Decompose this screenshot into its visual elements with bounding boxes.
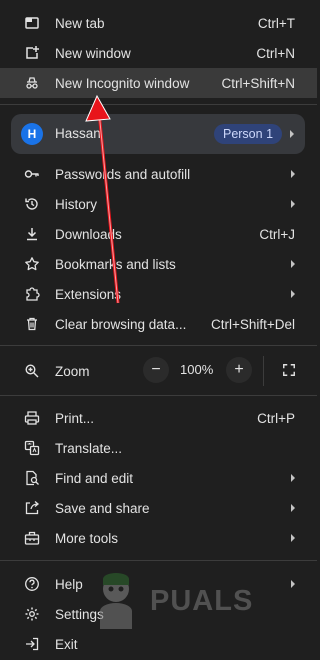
chrome-menu: New tab Ctrl+T New window Ctrl+N New Inc… <box>0 0 317 660</box>
menu-item-shortcut: Ctrl+P <box>257 410 295 426</box>
menu-item-new-incognito[interactable]: New Incognito window Ctrl+Shift+N <box>0 68 317 98</box>
help-icon <box>24 576 40 592</box>
separator <box>0 560 317 561</box>
history-icon <box>24 196 40 212</box>
incognito-icon <box>24 75 40 91</box>
menu-item-label: Find and edit <box>55 470 134 486</box>
profile-badge: Person 1 <box>214 124 282 144</box>
menu-item-label: More tools <box>55 530 119 546</box>
menu-item-label: Zoom <box>55 363 90 379</box>
menu-item-shortcut: Ctrl+J <box>259 226 295 242</box>
profile-row[interactable]: H Hassan Person 1 <box>11 114 305 154</box>
menu-item-new-window[interactable]: New window Ctrl+N <box>0 38 317 68</box>
avatar: H <box>21 123 43 145</box>
find-icon <box>24 470 40 486</box>
menu-item-settings[interactable]: Settings <box>0 599 317 629</box>
chevron-right-icon <box>291 580 295 588</box>
zoom-divider <box>263 356 264 386</box>
menu-item-downloads[interactable]: Downloads Ctrl+J <box>0 219 317 249</box>
menu-item-shortcut: Ctrl+N <box>256 45 295 61</box>
menu-item-label: New tab <box>55 15 105 31</box>
menu-item-extensions[interactable]: Extensions <box>0 279 317 309</box>
trash-icon <box>24 316 40 332</box>
menu-item-label: Save and share <box>55 500 150 516</box>
new-window-icon <box>24 45 40 61</box>
chevron-right-icon <box>291 170 295 178</box>
menu-item-label: History <box>55 196 98 212</box>
chevron-right-icon <box>291 290 295 298</box>
menu-item-passwords[interactable]: Passwords and autofill <box>0 159 317 189</box>
menu-item-label: Bookmarks and lists <box>55 256 176 272</box>
new-tab-icon <box>24 15 40 31</box>
save-share-icon <box>24 500 40 516</box>
menu-item-label: Exit <box>55 636 78 652</box>
chevron-right-icon <box>291 504 295 512</box>
menu-item-history[interactable]: History <box>0 189 317 219</box>
menu-item-exit[interactable]: Exit <box>0 629 317 659</box>
menu-item-label: Settings <box>55 606 104 622</box>
menu-item-label: Help <box>55 576 83 592</box>
menu-item-label: Downloads <box>55 226 122 242</box>
chevron-right-icon <box>290 130 294 138</box>
download-icon <box>24 226 40 242</box>
separator <box>0 395 317 396</box>
chevron-right-icon <box>291 474 295 482</box>
menu-item-label: Clear browsing data... <box>55 316 187 332</box>
separator <box>0 345 317 346</box>
translate-icon <box>24 440 40 456</box>
fullscreen-icon <box>283 364 295 376</box>
menu-item-translate[interactable]: Translate... <box>0 433 317 463</box>
chevron-right-icon <box>291 200 295 208</box>
menu-item-more-tools[interactable]: More tools <box>0 523 317 553</box>
menu-item-help[interactable]: Help <box>0 569 317 599</box>
menu-item-shortcut: Ctrl+Shift+Del <box>210 316 295 332</box>
zoom-level: 100% <box>180 362 214 377</box>
zoom-in-button[interactable]: + <box>226 357 252 383</box>
menu-item-find-edit[interactable]: Find and edit <box>0 463 317 493</box>
toolbox-icon <box>24 530 40 546</box>
star-icon <box>24 256 40 272</box>
menu-item-label: New Incognito window <box>55 75 190 91</box>
menu-item-save-share[interactable]: Save and share <box>0 493 317 523</box>
menu-item-new-tab[interactable]: New tab Ctrl+T <box>0 8 317 38</box>
menu-item-print[interactable]: Print... Ctrl+P <box>0 403 317 433</box>
settings-icon <box>24 606 40 622</box>
menu-item-shortcut: Ctrl+Shift+N <box>221 75 295 91</box>
menu-item-label: Extensions <box>55 286 122 302</box>
chevron-right-icon <box>291 534 295 542</box>
menu-item-label: Passwords and autofill <box>55 166 191 182</box>
separator <box>0 104 317 105</box>
menu-item-label: New window <box>55 45 131 61</box>
chevron-right-icon <box>291 260 295 268</box>
menu-item-label: Print... <box>55 410 95 426</box>
key-icon <box>24 166 40 182</box>
profile-name: Hassan <box>55 126 101 141</box>
zoom-out-button[interactable]: − <box>143 357 169 383</box>
puzzle-icon <box>24 286 40 302</box>
print-icon <box>24 410 40 426</box>
zoom-icon <box>24 363 40 379</box>
exit-icon <box>24 636 40 652</box>
fullscreen-button[interactable] <box>276 357 302 383</box>
menu-item-bookmarks[interactable]: Bookmarks and lists <box>0 249 317 279</box>
menu-item-label: Translate... <box>55 440 123 456</box>
menu-item-shortcut: Ctrl+T <box>257 15 295 31</box>
menu-item-clear-browsing-data[interactable]: Clear browsing data... Ctrl+Shift+Del <box>0 309 317 339</box>
